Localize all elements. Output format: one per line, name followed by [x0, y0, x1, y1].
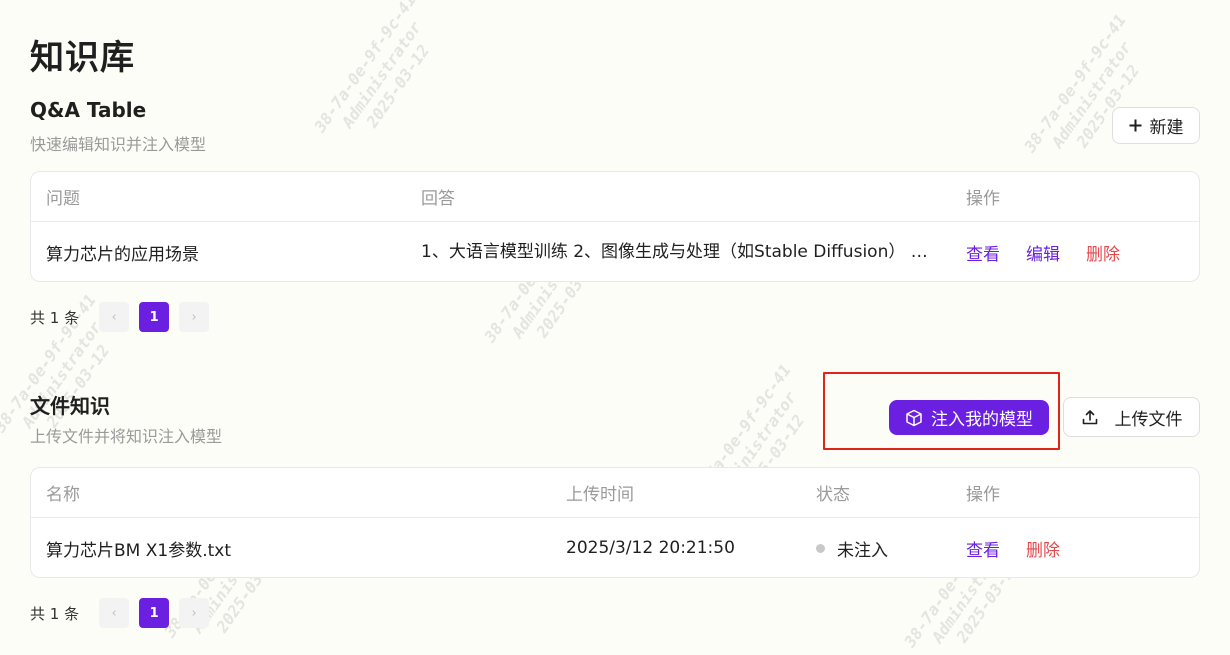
column-header-upload-time: 上传时间 [566, 485, 634, 505]
upload-icon [1081, 408, 1099, 426]
page-number-button[interactable]: 1 [139, 598, 170, 628]
qa-table: 问题 回答 操作 算力芯片的应用场景 1、大语言模型训练 2、图像生成与处理（如… [30, 171, 1200, 282]
file-actions-cell: 查看 删除 [966, 518, 1086, 577]
qa-pagination: 共 1 条 ‹ 1 › [30, 302, 219, 332]
qa-answer-cell: 1、大语言模型训练 2、图像生成与处理（如Stable Diffusion） 3… [421, 222, 936, 281]
view-link[interactable]: 查看 [966, 240, 1000, 265]
qa-answer-text: 1、大语言模型训练 2、图像生成与处理（如Stable Diffusion） 3… [421, 242, 936, 262]
file-time-cell: 2025/3/12 20:21:50 [566, 538, 735, 558]
new-button[interactable]: 新建 [1112, 107, 1200, 144]
qa-question-cell: 算力芯片的应用场景 [46, 244, 199, 265]
status-label: 未注入 [837, 540, 888, 561]
files-table: 名称 上传时间 状态 操作 算力芯片BM X1参数.txt 2025/3/12 … [30, 467, 1200, 578]
delete-link[interactable]: 删除 [1026, 536, 1060, 561]
inject-model-label: 注入我的模型 [931, 410, 1033, 430]
table-row: 算力芯片BM X1参数.txt 2025/3/12 20:21:50 未注入 查… [31, 518, 1199, 577]
qa-section-title: Q&A Table [30, 98, 147, 122]
edit-link[interactable]: 编辑 [1026, 240, 1060, 265]
prev-page-button[interactable]: ‹ [99, 598, 130, 628]
table-row: 算力芯片的应用场景 1、大语言模型训练 2、图像生成与处理（如Stable Di… [31, 222, 1199, 281]
knowledge-base-page: 38-7a-0e-9f-9c-41 Administrator 2025-03-12… [0, 0, 1230, 655]
next-page-button[interactable]: › [179, 302, 210, 332]
delete-link[interactable]: 删除 [1086, 240, 1120, 265]
files-section-title: 文件知识 [30, 394, 110, 418]
file-status-cell: 未注入 [816, 518, 888, 577]
new-button-label: 新建 [1149, 118, 1184, 138]
watermark: 38-7a-0e-9f-9c-41Administrator2025-03-12 [310, 0, 434, 136]
status-dot-icon [816, 543, 825, 553]
view-link[interactable]: 查看 [966, 536, 1000, 561]
files-section-desc: 上传文件并将知识注入模型 [30, 427, 223, 446]
table-header-row: 名称 上传时间 状态 操作 [31, 468, 1199, 518]
column-header-answer: 回答 [421, 189, 455, 209]
watermark: 38-7a-0e-9f-9c-41Administrator2025-03-12 [1020, 10, 1144, 156]
prev-page-button[interactable]: ‹ [99, 302, 130, 332]
qa-actions-cell: 查看 编辑 删除 [966, 222, 1146, 281]
pagination-total: 共 1 条 [30, 308, 80, 327]
column-header-actions: 操作 [966, 485, 1000, 505]
qa-section-desc: 快速编辑知识并注入模型 [30, 135, 207, 154]
page-number-button[interactable]: 1 [139, 302, 170, 332]
file-name-cell: 算力芯片BM X1参数.txt [46, 540, 231, 561]
upload-file-button[interactable]: 上传文件 [1063, 397, 1200, 437]
column-header-actions: 操作 [966, 189, 1000, 209]
pagination-total: 共 1 条 [30, 604, 80, 623]
page-title: 知识库 [30, 38, 135, 78]
files-pagination: 共 1 条 ‹ 1 › [30, 598, 219, 628]
column-header-status: 状态 [816, 485, 850, 505]
inject-model-button[interactable]: 注入我的模型 [889, 400, 1049, 435]
table-header-row: 问题 回答 操作 [31, 172, 1199, 222]
column-header-question: 问题 [46, 189, 80, 209]
column-header-name: 名称 [46, 485, 80, 505]
next-page-button[interactable]: › [179, 598, 210, 628]
cube-icon [905, 409, 923, 427]
plus-icon [1129, 119, 1142, 132]
upload-file-label: 上传文件 [1114, 409, 1183, 430]
